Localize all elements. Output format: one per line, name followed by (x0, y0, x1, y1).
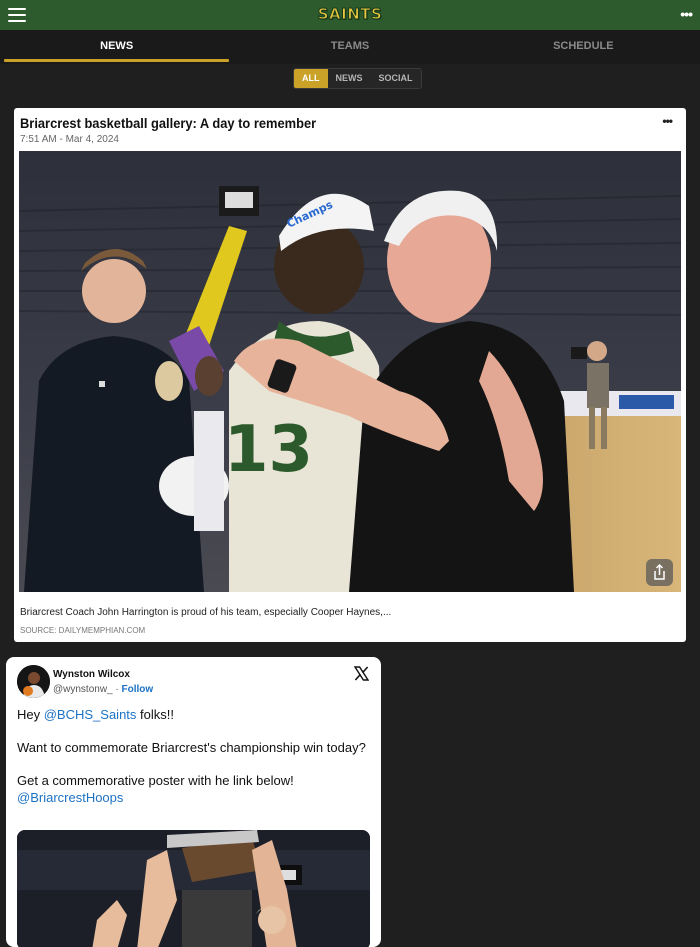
article-title[interactable]: Briarcrest basketball gallery: A day to … (20, 115, 316, 131)
more-horizontal-icon[interactable]: ••• (662, 114, 673, 128)
follow-link[interactable]: Follow (122, 684, 154, 695)
trophy-celebration-image (17, 830, 370, 947)
mention-bchs-saints[interactable]: @BCHS_Saints (44, 707, 137, 722)
saints-logo: SAINTS (317, 5, 383, 24)
coach-hug-image: 13 Champs (19, 151, 681, 592)
more-menu-icon[interactable]: ••• (680, 6, 693, 22)
tweet-card[interactable]: Wynston Wilcox @wynstonw_ · Follow Hey @… (6, 657, 381, 947)
avatar-image (17, 665, 50, 698)
share-icon (654, 563, 665, 580)
feed-filter: ALL NEWS SOCIAL (293, 68, 422, 89)
tweet-line1: Hey @BCHS_Saints folks!! (17, 707, 367, 724)
tweet-para3: Get a commemorative poster with he link … (17, 773, 367, 806)
tab-schedule[interactable]: SCHEDULE (467, 30, 700, 64)
top-bar: SAINTS ••• (0, 0, 700, 30)
filter-news[interactable]: NEWS (327, 69, 371, 88)
article-card[interactable]: Briarcrest basketball gallery: A day to … (14, 108, 686, 642)
share-button[interactable] (646, 559, 673, 586)
tweet-photo[interactable] (17, 830, 370, 947)
tweet-para3-text: Get a commemorative poster with he link … (17, 773, 294, 788)
filter-all[interactable]: ALL (294, 69, 328, 88)
tweet-line1-prefix: Hey (17, 707, 44, 722)
tab-news[interactable]: NEWS (0, 30, 233, 64)
tweet-author-name[interactable]: Wynston Wilcox (53, 669, 130, 680)
tweet-handle-separator: · (115, 684, 119, 695)
tweet-body: Hey @BCHS_Saints folks!! Want to commemo… (17, 707, 367, 806)
jersey-number: 13 (224, 413, 313, 487)
article-source: SOURCE: DAILYMEMPHIAN.COM (20, 626, 146, 635)
tweet-para2: Want to commemorate Briarcrest's champio… (17, 740, 366, 755)
article-timestamp: 7:51 AM - Mar 4, 2024 (20, 134, 119, 145)
avatar[interactable] (17, 665, 50, 698)
mention-briarcrest-hoops[interactable]: @BriarcrestHoops (17, 790, 123, 805)
filter-social[interactable]: SOCIAL (370, 69, 421, 88)
article-photo[interactable]: 13 Champs (19, 151, 681, 592)
article-caption: Briarcrest Coach John Harrington is prou… (20, 607, 392, 618)
tweet-handle-text[interactable]: @wynstonw_ (53, 684, 113, 695)
tweet-line1-suffix: folks!! (136, 707, 174, 722)
tweet-author-handle: @wynstonw_ · Follow (53, 684, 153, 695)
tab-teams[interactable]: TEAMS (233, 30, 466, 64)
x-logo-icon[interactable] (354, 666, 369, 681)
main-tabs: NEWS TEAMS SCHEDULE (0, 30, 700, 64)
